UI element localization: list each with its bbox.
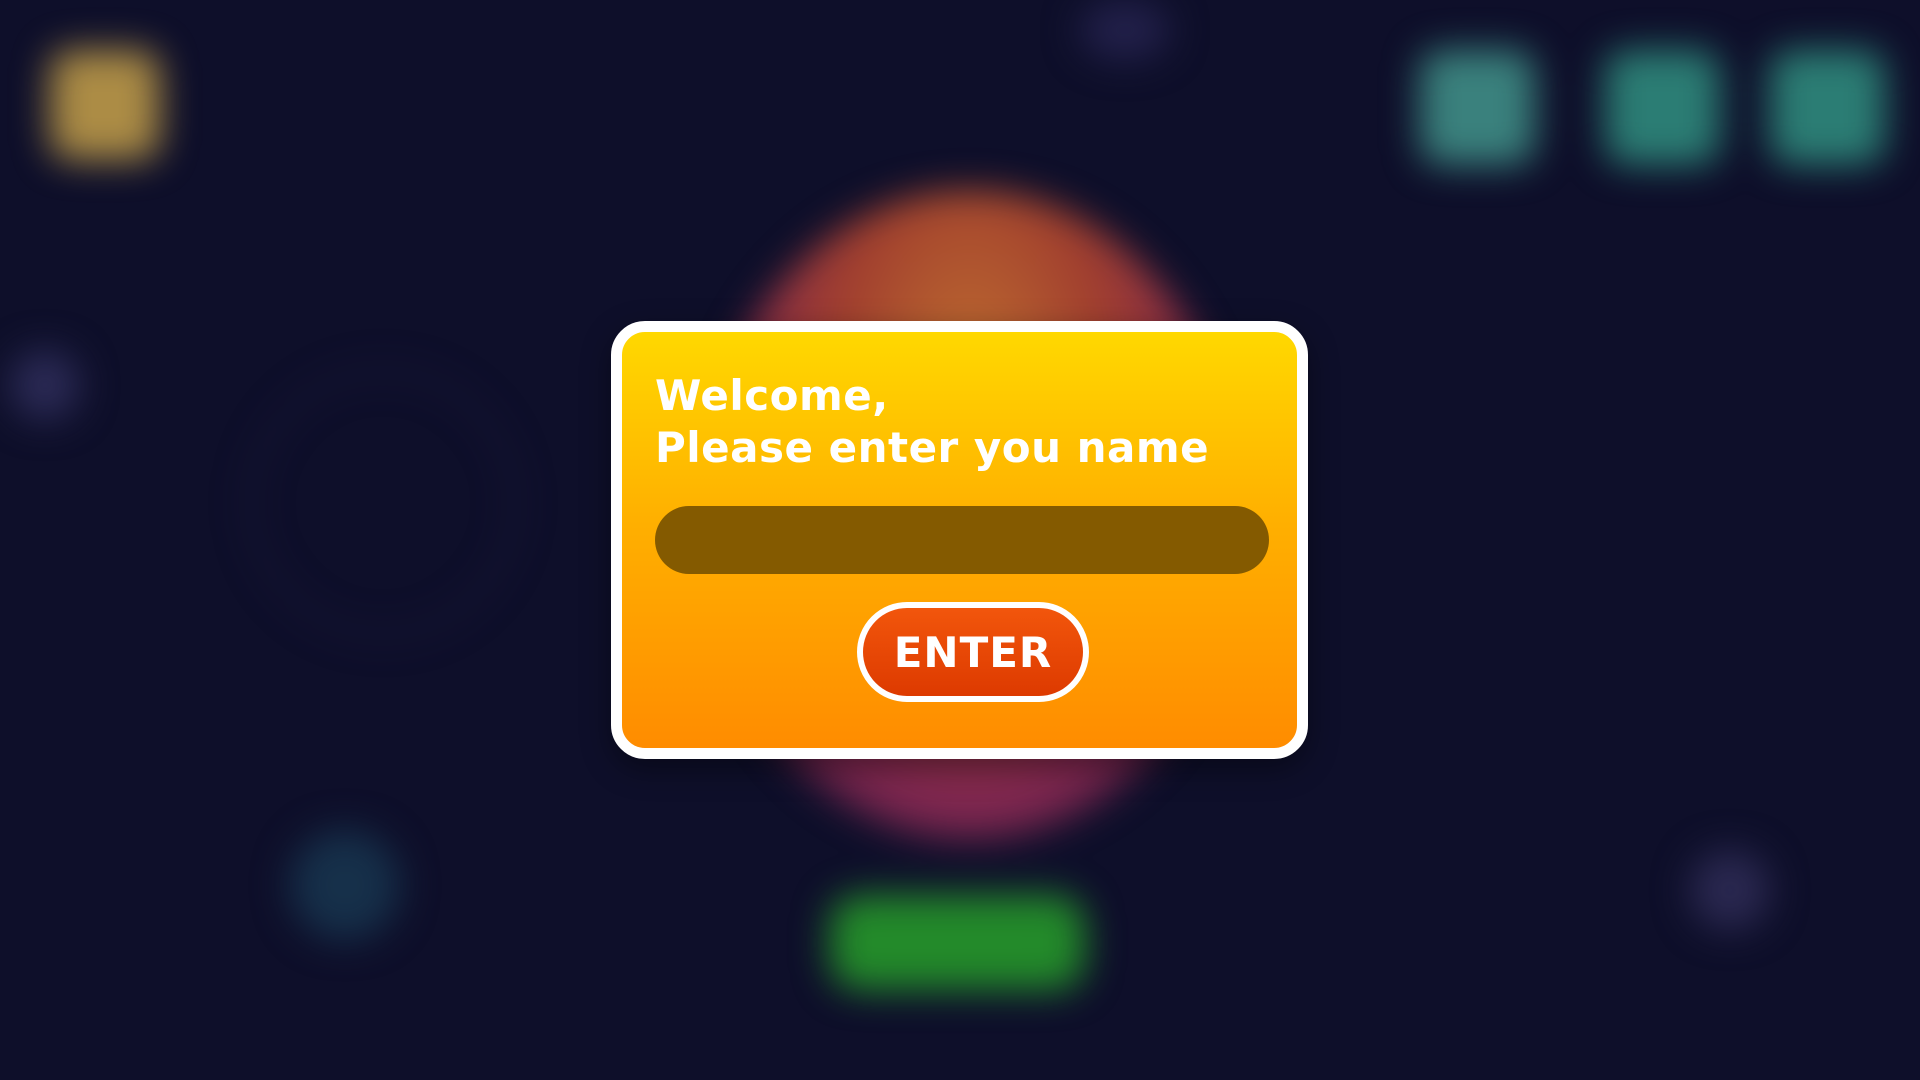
background-action-button-2 [1605, 50, 1720, 165]
background-action-button-1 [1420, 50, 1535, 165]
background-star [1690, 850, 1770, 930]
background-star [290, 830, 400, 940]
dialog-title: Welcome, Please enter you name [655, 370, 1209, 474]
game-screen: Welcome, Please enter you name ENTER [0, 0, 1920, 1080]
background-action-button-3 [1770, 50, 1885, 165]
background-ring [250, 370, 516, 636]
background-play-button [830, 895, 1085, 990]
welcome-text: Welcome, [655, 371, 889, 420]
background-star [10, 350, 80, 420]
background-star [1080, 0, 1170, 60]
prompt-text: Please enter you name [655, 423, 1210, 472]
name-input[interactable] [655, 506, 1269, 574]
background-menu-button [50, 50, 160, 160]
name-entry-dialog: Welcome, Please enter you name ENTER [611, 321, 1308, 759]
enter-button[interactable]: ENTER [857, 602, 1089, 702]
